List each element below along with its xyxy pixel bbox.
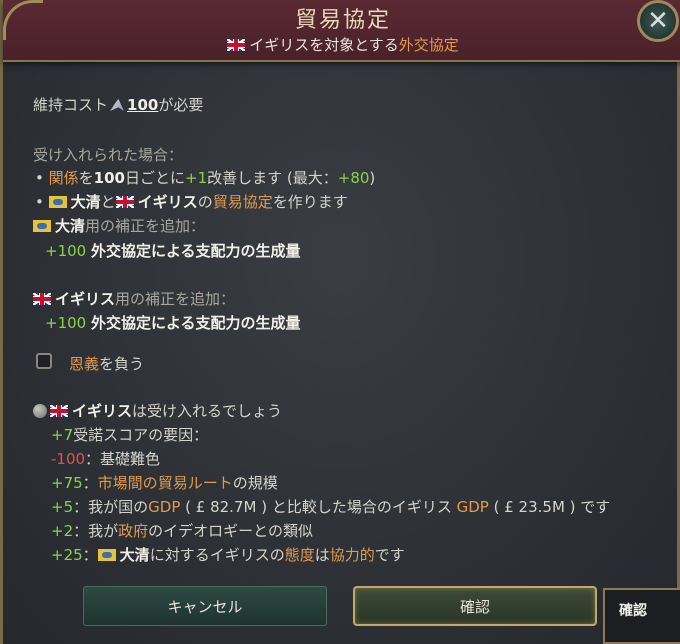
factor-row: +5：我が国のGDP ( £ 82.7M ) と比較した場合のイギリス GDP … xyxy=(51,496,610,517)
favor-term: 恩義 xyxy=(69,355,100,373)
relation-bullet: • 関係を100日ごとに+1改善します (最大：+80) xyxy=(35,167,375,188)
subtitle-action: 外交協定 xyxy=(398,36,459,54)
score-value: +7 xyxy=(51,426,74,444)
factor-row: +25： 大清に対するイギリスの態度は協力的です xyxy=(51,544,405,565)
diplomatic-pact-dialog: 貿易協定 イギリスを対象とする外交協定 ✕ 維持コスト 100が必要 受け入れられ… xyxy=(0,0,680,644)
text-segment: 日ごとに xyxy=(124,169,185,187)
relation-delta: +1 xyxy=(185,169,208,187)
uk-flag-icon xyxy=(115,196,134,208)
factor-text: ：我が国の xyxy=(73,498,149,516)
country-uk: イギリス xyxy=(72,402,133,420)
uk-flag-icon xyxy=(33,293,51,305)
uk-flag-icon xyxy=(50,405,68,417)
gdp-term: GDP xyxy=(148,498,181,516)
qing-flag-icon xyxy=(33,220,51,232)
dialog-title: 貿易協定 xyxy=(294,8,391,33)
close-icon: ✕ xyxy=(647,6,669,36)
factor-text: ： xyxy=(82,474,98,492)
country-uk: イギリス xyxy=(137,193,198,211)
factor-text: ：基礎難色 xyxy=(85,450,161,468)
days-value: 100 xyxy=(93,169,125,187)
country-qing: 大清 xyxy=(55,217,86,235)
cost-suffix: が必要 xyxy=(158,96,204,114)
score-text: 受諾スコアの要因： xyxy=(73,426,209,444)
factor-value: +2 xyxy=(51,522,74,540)
factor-text: は xyxy=(314,546,330,564)
owe-favor-checkbox[interactable] xyxy=(36,353,52,369)
factor-value: +25 xyxy=(51,546,83,564)
factor-text: ( £ 82.7M ) と比較した場合のイギリス xyxy=(185,498,452,516)
factor-row: +2：我が政府のイデオロギーとの類似 xyxy=(51,520,313,541)
factor-value: +75 xyxy=(51,474,83,492)
pact-bullet: • 大清と イギリスの貿易協定を作ります xyxy=(35,191,348,212)
modifier-value: +100 xyxy=(45,314,87,332)
bullet: • xyxy=(35,169,44,187)
factor-text: の規模 xyxy=(232,474,278,492)
factor-row: -100：基礎難色 xyxy=(51,448,160,469)
factor-value: +5 xyxy=(51,498,74,516)
acceptance-verdict: イギリスは受け入れるでしょう xyxy=(33,400,282,421)
favor-text: を負う xyxy=(99,355,145,373)
upkeep-cost: 維持コスト 100が必要 xyxy=(33,94,203,115)
uk-flag-icon xyxy=(227,39,246,51)
modifier-label: 用の補正を追加： xyxy=(85,217,206,235)
factor-text: のイデオロギーとの類似 xyxy=(148,522,314,540)
modifier-text: 外交協定による支配力の生成量 xyxy=(90,314,301,332)
text-segment: の xyxy=(197,193,213,211)
modifier-value: +100 xyxy=(45,242,87,260)
text-segment: と xyxy=(100,193,116,211)
bullet: • xyxy=(35,193,44,211)
uk-modifier: +100 外交協定による支配力の生成量 xyxy=(45,312,301,333)
modifier-label: 用の補正を追加： xyxy=(115,290,236,308)
government-term: 政府 xyxy=(118,522,149,540)
qing-flag-icon xyxy=(97,549,116,561)
cancel-button[interactable]: キャンセル xyxy=(83,586,327,626)
factor-row: +75：市場間の貿易ルートの規模 xyxy=(51,472,278,493)
text-segment: 改善します (最大： xyxy=(207,169,338,187)
owe-favor-label[interactable]: 恩義を負う xyxy=(69,353,144,374)
cost-value: 100 xyxy=(127,96,159,114)
cost-prefix: 維持コスト xyxy=(33,96,109,114)
factor-text: です xyxy=(374,546,405,564)
qing-flag-icon xyxy=(48,196,67,208)
qing-modifier: +100 外交協定による支配力の生成量 xyxy=(45,240,301,261)
text-segment: を作ります xyxy=(272,193,348,211)
country-qing: 大清 xyxy=(119,546,150,564)
factor-text: ：我が xyxy=(73,522,119,540)
close-button[interactable]: ✕ xyxy=(637,0,679,42)
factor-value: -100 xyxy=(51,450,86,468)
dialog-subtitle: イギリスを対象とする外交協定 xyxy=(3,34,680,55)
confirm-tooltip: 確認 xyxy=(603,588,680,644)
acceptance-score: +7受諾スコアの要因： xyxy=(51,424,208,445)
verdict-text: は受け入れるでしょう xyxy=(132,402,283,420)
country-uk: イギリス xyxy=(55,290,116,308)
cooperative-term: 協力的 xyxy=(329,546,375,564)
ai-globe-icon xyxy=(33,404,47,418)
influence-icon xyxy=(110,99,125,111)
attitude-term: 態度 xyxy=(284,546,315,564)
factor-text: ( £ 23.5M ) です xyxy=(493,498,611,516)
relations-term: 関係 xyxy=(48,169,79,187)
dialog-header: 貿易協定 イギリスを対象とする外交協定 ✕ xyxy=(3,0,680,62)
confirm-button[interactable]: 確認 xyxy=(353,586,597,626)
subtitle-country: イギリス xyxy=(249,36,310,54)
gdp-term: GDP xyxy=(456,498,489,516)
modifier-text: 外交協定による支配力の生成量 xyxy=(90,242,301,260)
accepted-heading: 受け入れられた場合： xyxy=(33,146,184,164)
country-qing: 大清 xyxy=(70,193,101,211)
relation-max: +80 xyxy=(337,169,370,187)
market-term: 市場間の xyxy=(97,474,158,492)
trade-pact-term: 貿易協定 xyxy=(212,193,273,211)
qing-modifier-header: 大清用の補正を追加： xyxy=(33,215,205,236)
uk-modifier-header: イギリス用の補正を追加： xyxy=(33,288,235,309)
factor-text: に対するイギリスの xyxy=(149,546,285,564)
factor-text: ： xyxy=(82,546,98,564)
text-segment: ) xyxy=(369,169,376,187)
text-segment: を xyxy=(78,169,94,187)
trade-route-term: 貿易ルート xyxy=(157,474,233,492)
subtitle-mid: を対象とする xyxy=(309,36,399,54)
